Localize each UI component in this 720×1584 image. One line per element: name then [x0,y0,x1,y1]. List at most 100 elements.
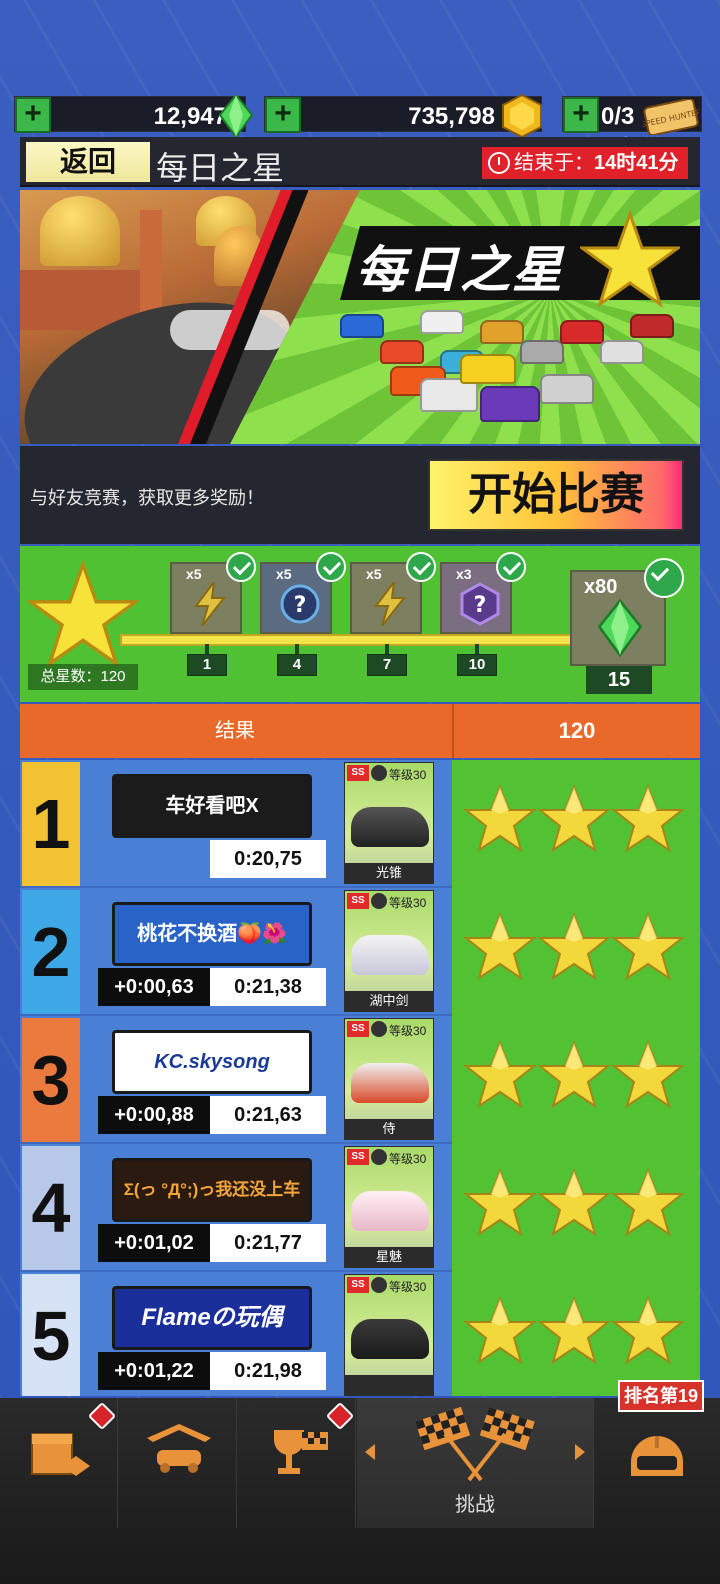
invite-panel: 与好友竞赛，获取更多奖励！ 开始比赛 [20,446,700,544]
nav-challenge-label: 挑战 [455,1494,495,1516]
nav-challenge[interactable]: 挑战 [357,1398,594,1528]
add-coins-button[interactable]: + [265,97,301,133]
leaderboard-row[interactable]: 2 桃花不换酒🍑🌺 +0:00,63 0:21,38 SS 等级30 湖中剑 [20,888,700,1016]
claimed-check-icon [316,552,346,582]
leaderboard-row[interactable]: 5 Flameの玩偶 +0:01,22 0:21,98 SS 等级30 [20,1272,700,1396]
car-image [351,1319,429,1359]
coins-panel: + 735,798 [264,93,542,139]
claimed-check-icon [496,552,526,582]
star-icon [612,1168,684,1237]
car-card[interactable]: SS 等级30 湖中剑 [344,890,434,1012]
claimed-check-icon [226,552,256,582]
rank-number: 1 [22,762,80,886]
row-info: 1 车好看吧X 0:20,75 SS 等级30 光锥 [20,760,452,888]
time-gap: +0:01,02 [98,1224,210,1262]
car-card[interactable]: SS 等级30 星魅 [344,1146,434,1268]
car [600,340,644,364]
reward-multiplier: x3 [456,566,472,582]
time-gap: +0:00,88 [98,1096,210,1134]
nav-prev-arrow-icon[interactable] [365,1444,375,1460]
lightning-boost-icon [374,582,407,626]
star-icon [538,1168,610,1237]
crate-icon [31,1433,90,1476]
nav-crates[interactable] [0,1398,118,1528]
star-rating [464,1040,694,1120]
class-badge: SS [347,765,369,781]
star-icon [464,1040,536,1109]
speed-hunter-ticket-icon: SPEED HUNTER [643,99,699,135]
nav-next-arrow-icon[interactable] [575,1444,585,1460]
gems-panel: + 12,947 [14,95,253,137]
leaderboard-row[interactable]: 1 车好看吧X 0:20,75 SS 等级30 光锥 [20,760,700,888]
helmet-icon [631,1436,683,1476]
car-name [345,1375,433,1395]
car-card[interactable]: SS 等级30 [344,1274,434,1396]
car-card[interactable]: SS 等级30 光锥 [344,762,434,884]
back-button[interactable]: 返回 [26,142,150,182]
milestone-threshold: 4 [277,654,317,676]
car [560,320,604,344]
race-time: 0:21,98 [210,1352,326,1390]
race-time: 0:21,77 [210,1224,326,1262]
leaderboard-row[interactable]: 3 KC.skysong +0:00,88 0:21,63 SS 等级30 侍 [20,1016,700,1144]
start-race-button[interactable]: 开始比赛 [428,459,684,531]
nav-events[interactable] [238,1398,356,1528]
reward-multiplier: x5 [186,566,202,582]
milestone-threshold: 10 [457,654,497,676]
rank-number: 5 [22,1274,80,1396]
race-time: 0:21,63 [210,1096,326,1134]
license-plate: 车好看吧X [112,774,312,838]
nav-garage[interactable] [119,1398,237,1528]
trophy-flag-icon [274,1430,328,1474]
star-icon [538,912,610,981]
star-icon [538,1296,610,1365]
car [630,314,674,338]
row-stars [452,1272,700,1396]
checkered-flags-icon [415,1406,535,1482]
tickets-value: 0/3 [601,103,635,130]
car-level: 等级30 [389,896,427,910]
nav-profile[interactable] [595,1398,720,1528]
tickets-panel: + 0/3 SPEED HUNTER [562,96,702,135]
palace-dome [40,196,120,266]
star-icon [538,784,610,853]
car-name: 光锥 [345,863,433,883]
leaderboard-row[interactable]: 4 Σ(っ °Д°;)っ我还没上车 +0:01,02 0:21,77 SS 等级… [20,1144,700,1272]
license-plate: Σ(っ °Д°;)っ我还没上车 [112,1158,312,1222]
leaderboard[interactable]: 1 车好看吧X 0:20,75 SS 等级30 光锥 2 桃花不换酒🍑🌺 +0:… [20,760,700,1396]
star-rating [464,1168,694,1248]
milestone-tick [295,644,299,654]
car [460,354,516,384]
class-badge: SS [347,1021,369,1037]
row-stars [452,1144,700,1272]
row-stars [452,888,700,1016]
green-gem-icon [598,598,642,658]
timer-icon [488,152,510,174]
car [380,340,424,364]
add-gems-button[interactable]: + [15,97,51,133]
ends-time: 14时41分 [594,152,679,174]
add-tickets-button[interactable]: + [563,97,599,133]
milestone-threshold: 7 [367,654,407,676]
results-header: 结果 120 [20,704,700,758]
car-name: 侍 [345,1119,433,1139]
svg-text:?: ? [294,593,307,618]
star-icon [612,784,684,853]
car-card[interactable]: SS 等级30 侍 [344,1018,434,1140]
rank-number: 4 [22,1146,80,1270]
star-icon [464,1296,536,1365]
brand-logo-icon [371,1021,387,1037]
event-end-timer: 结束于：14时41分 [482,147,688,179]
car-level: 等级30 [389,1152,427,1166]
row-info: 2 桃花不换酒🍑🌺 +0:00,63 0:21,38 SS 等级30 湖中剑 [20,888,452,1016]
star-icon [464,784,536,853]
car-image [351,935,429,975]
brand-logo-icon [371,1149,387,1165]
class-badge: SS [347,893,369,909]
milestone-tick [205,644,209,654]
event-banner: 每日之星 [20,190,700,444]
currency-bar: + 12,947 + 735,798 + 0/3 SPEED HUNTER [0,92,720,139]
rank-badge: 排名第19 [618,1380,704,1412]
car-image [351,1191,429,1231]
lightning-boost-icon [194,582,227,626]
